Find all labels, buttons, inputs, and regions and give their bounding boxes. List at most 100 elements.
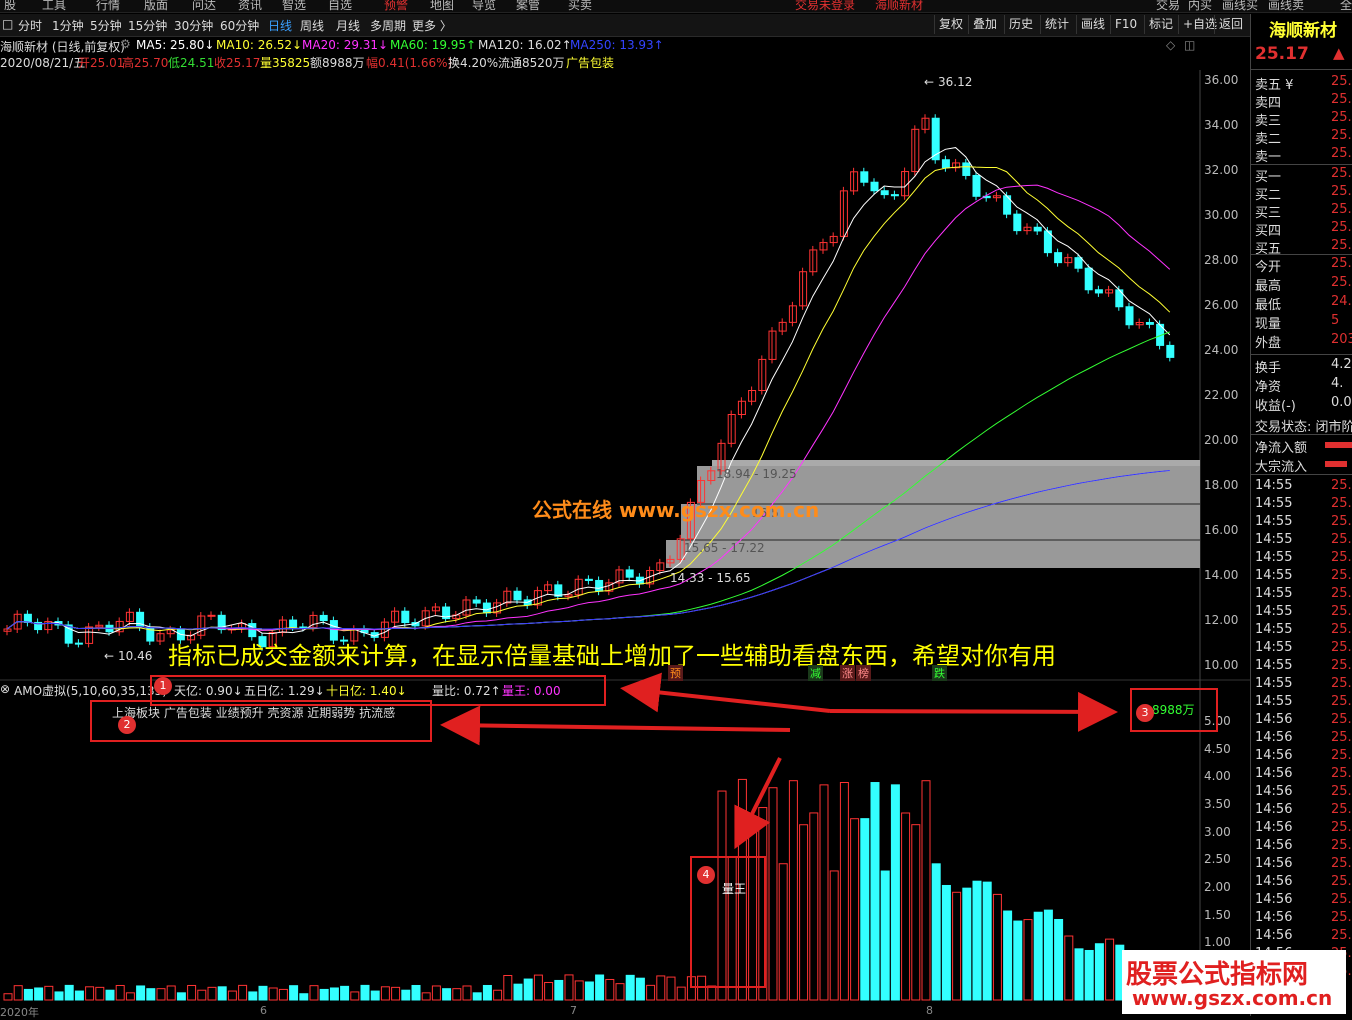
x-label: 7 <box>570 1004 577 1017</box>
stat-label: 外盘 <box>1255 336 1282 351</box>
tick-row: 14:56 25. <box>1255 892 1352 910</box>
order-book-row[interactable]: 买一 25. <box>1255 166 1352 185</box>
order-book-row[interactable]: 卖二 25. <box>1255 128 1352 147</box>
stat-row: 收益(-) 0.0 <box>1255 395 1352 414</box>
divider <box>1251 474 1352 475</box>
order-label: 卖二 <box>1255 132 1282 147</box>
stat-label: 收益(-) <box>1255 399 1296 414</box>
order-book-row[interactable]: 买四 25. <box>1255 220 1352 239</box>
arrow-to-box-1 <box>620 672 831 713</box>
divider <box>1251 254 1352 255</box>
tick-row: 14:55 25. <box>1255 622 1352 640</box>
tick-price: 25.2 <box>1331 478 1352 493</box>
tick-row: 14:56 25. <box>1255 712 1352 730</box>
divider <box>1251 354 1352 355</box>
x-label: 8 <box>926 1004 933 1017</box>
divider <box>1251 69 1352 70</box>
block-inflow-label: 大宗流入 <box>1255 460 1308 475</box>
tick-row: 14:55 25. <box>1255 640 1352 658</box>
tick-price: 25. <box>1331 910 1352 925</box>
tick-price: 25. <box>1331 568 1352 583</box>
tick-row: 14:55 25. <box>1255 604 1352 622</box>
tick-time: 14:55 <box>1255 532 1293 547</box>
footer-logo-url: www.gszx.com.cn <box>1132 986 1333 1010</box>
tick-time: 14:55 <box>1255 550 1293 565</box>
divider <box>1251 434 1352 435</box>
tick-price: 25. <box>1331 586 1352 601</box>
stat-value: 0.0 <box>1331 395 1352 410</box>
order-book-row[interactable]: 卖四 25. <box>1255 92 1352 111</box>
tick-time: 14:56 <box>1255 730 1293 745</box>
order-book-row[interactable]: 卖一 25. <box>1255 146 1352 165</box>
stat-label: 最高 <box>1255 279 1282 294</box>
divider <box>1251 164 1352 165</box>
order-price: 25. <box>1331 238 1352 253</box>
tick-row: 14:55 25. <box>1255 496 1352 514</box>
tick-time: 14:56 <box>1255 784 1293 799</box>
tick-price: 25. <box>1331 748 1352 763</box>
stat-value: 203 <box>1331 332 1352 347</box>
tick-price: 25. <box>1331 892 1352 907</box>
order-label: 买三 <box>1255 206 1282 221</box>
stat-label: 现量 <box>1255 317 1282 332</box>
block-inflow-bar <box>1325 461 1347 467</box>
order-price: 25. <box>1331 166 1352 181</box>
order-book-row[interactable]: 卖三 25. <box>1255 110 1352 129</box>
stat-value: 4. <box>1331 376 1344 391</box>
stat-value: 4.20 <box>1331 357 1352 372</box>
tick-row: 14:55 25. <box>1255 586 1352 604</box>
order-book-row[interactable]: 买二 25. <box>1255 184 1352 203</box>
tick-price: 25. <box>1331 658 1352 673</box>
tick-price: 25. <box>1331 640 1352 655</box>
tick-row: 14:55 25.2 <box>1255 478 1352 496</box>
quote-stock-name: 海顺新材 <box>1269 21 1337 41</box>
tick-row: 14:56 25. <box>1255 820 1352 838</box>
tick-time: 14:55 <box>1255 586 1293 601</box>
tick-time: 14:55 <box>1255 658 1293 673</box>
tick-price: 25. <box>1331 622 1352 637</box>
tick-price: 25. <box>1331 676 1352 691</box>
x-label: 2020年 <box>0 1006 39 1019</box>
order-label: 卖一 <box>1255 150 1282 165</box>
order-label: 卖三 <box>1255 114 1282 129</box>
order-book-row[interactable]: 卖五 ¥ 25. <box>1255 74 1352 93</box>
tick-price: 25. <box>1331 784 1352 799</box>
quote-panel: 海顺新材 25.17 ▲ 卖五 ¥ 25. 卖四 25. 卖三 25. 卖二 25. 卖一 25.… <box>1250 14 1352 1016</box>
tick-price: 25. <box>1331 694 1352 709</box>
stat-label: 最低 <box>1255 298 1282 313</box>
tick-row: 14:56 25. <box>1255 856 1352 874</box>
tick-row: 14:56 25. <box>1255 784 1352 802</box>
tick-row: 14:55 25. <box>1255 550 1352 568</box>
tick-price: 25. <box>1331 496 1352 511</box>
tick-price: 25. <box>1331 838 1352 853</box>
stat-value: 25. <box>1331 275 1352 290</box>
order-label: 买二 <box>1255 188 1282 203</box>
menu-draw-sell[interactable]: 画线卖 <box>1268 0 1304 12</box>
arrow-to-box-4 <box>734 757 782 850</box>
trade-status: 交易状态: 闭市阶 <box>1255 420 1352 435</box>
tick-row: 14:56 25. <box>1255 802 1352 820</box>
order-price: 25. <box>1331 184 1352 199</box>
order-label: 买四 <box>1255 224 1282 239</box>
menu-all[interactable]: 全 <box>1340 0 1352 12</box>
tick-time: 14:56 <box>1255 820 1293 835</box>
net-inflow-bar <box>1325 442 1352 448</box>
tick-price: 25. <box>1331 550 1352 565</box>
order-price: 25. <box>1331 74 1352 89</box>
tick-time: 14:56 <box>1255 892 1293 907</box>
tick-price: 25. <box>1331 604 1352 619</box>
tick-time: 14:55 <box>1255 478 1293 493</box>
quote-price: 25.17 <box>1255 44 1309 64</box>
tick-row: 14:56 25. <box>1255 766 1352 784</box>
tick-price: 25. <box>1331 730 1352 745</box>
stat-row: 今开 25. <box>1255 256 1352 275</box>
tick-row: 14:55 25. <box>1255 676 1352 694</box>
tick-row: 14:56 25. <box>1255 910 1352 928</box>
tick-time: 14:56 <box>1255 712 1293 727</box>
arrow-to-box-3 <box>829 691 1118 732</box>
tick-row: 14:55 25. <box>1255 514 1352 532</box>
tick-time: 14:55 <box>1255 604 1293 619</box>
tick-time: 14:56 <box>1255 748 1293 763</box>
tick-row: 14:55 25. <box>1255 532 1352 550</box>
order-book-row[interactable]: 买三 25. <box>1255 202 1352 221</box>
